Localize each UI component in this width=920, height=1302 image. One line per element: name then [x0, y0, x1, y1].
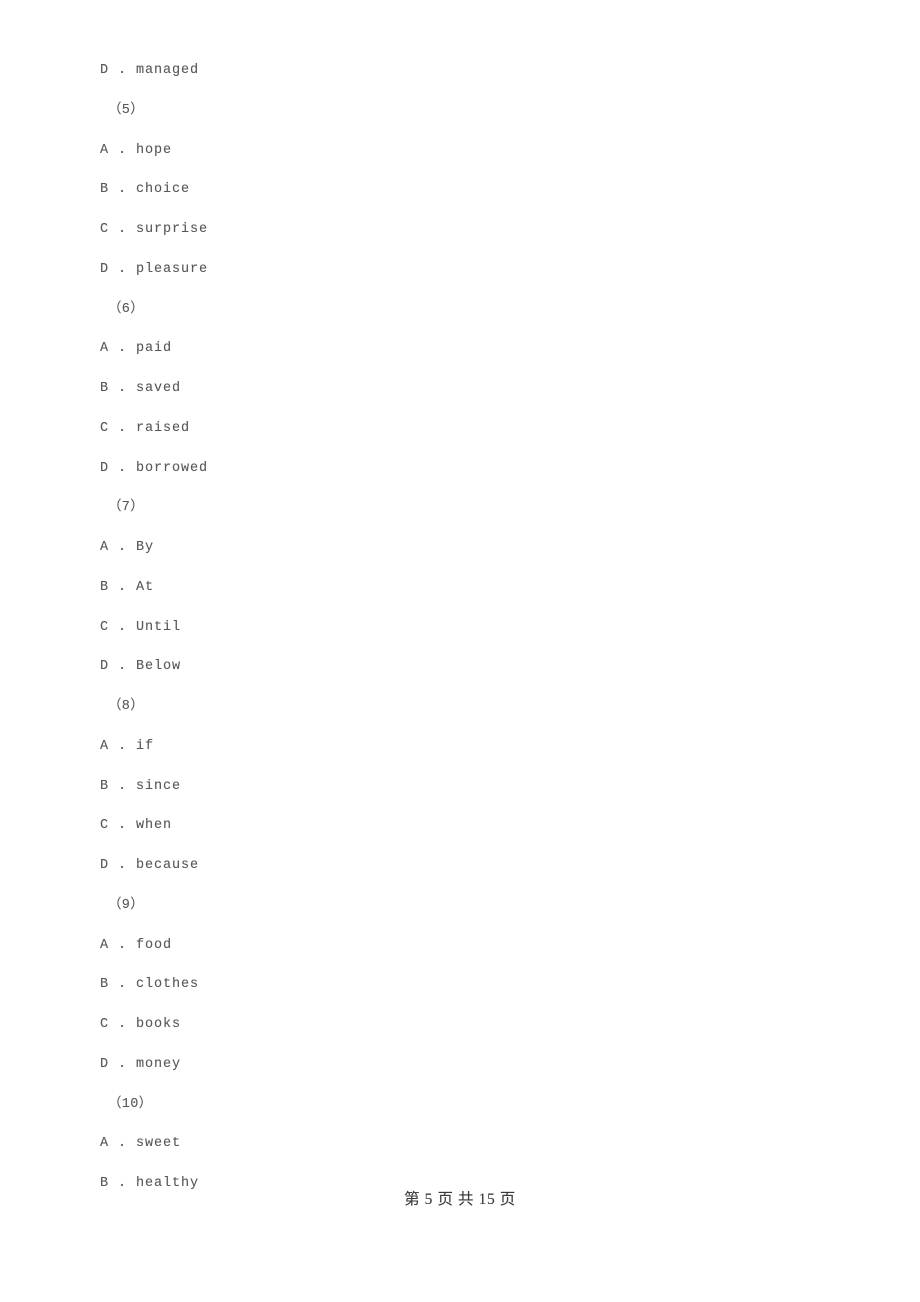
question-number: （10） — [108, 1096, 153, 1112]
answer-option: B . choice — [100, 182, 191, 198]
answer-option: A . if — [100, 738, 155, 754]
question-number: （8） — [108, 699, 145, 714]
answer-option: A . paid — [100, 341, 173, 357]
answer-option: D . because — [100, 858, 200, 873]
answer-option: D . money — [100, 1056, 182, 1072]
page-footer: 第 5 页 共 15 页 — [404, 1191, 516, 1208]
answer-option: A . sweet — [100, 1136, 182, 1152]
answer-option: B . saved — [100, 381, 182, 396]
answer-option: C . surprise — [100, 222, 209, 237]
question-number: （6） — [108, 301, 145, 317]
answer-option: B . At — [100, 579, 155, 595]
question-number: （9） — [108, 897, 145, 913]
question-number: （7） — [108, 500, 145, 516]
answer-option: A . hope — [100, 142, 173, 158]
answer-option: D . borrowed — [100, 460, 209, 476]
answer-option: B . since — [100, 778, 182, 794]
answer-option: D . pleasure — [100, 261, 209, 277]
answer-option: A . food — [100, 937, 173, 953]
answer-option: C . raised — [100, 420, 191, 436]
answer-option: C . Until — [100, 619, 182, 635]
answer-option: C . books — [100, 1017, 182, 1032]
answer-option: C . when — [100, 818, 173, 834]
document-page: D . managed （5） A . hope B . choice C . surp… — [0, 0, 920, 1302]
answer-option: A . By — [100, 540, 155, 555]
question-number: （5） — [108, 102, 145, 118]
answer-option: B . clothes — [100, 977, 200, 993]
answer-option: D . managed — [100, 63, 200, 78]
answer-option: D . Below — [100, 659, 182, 675]
